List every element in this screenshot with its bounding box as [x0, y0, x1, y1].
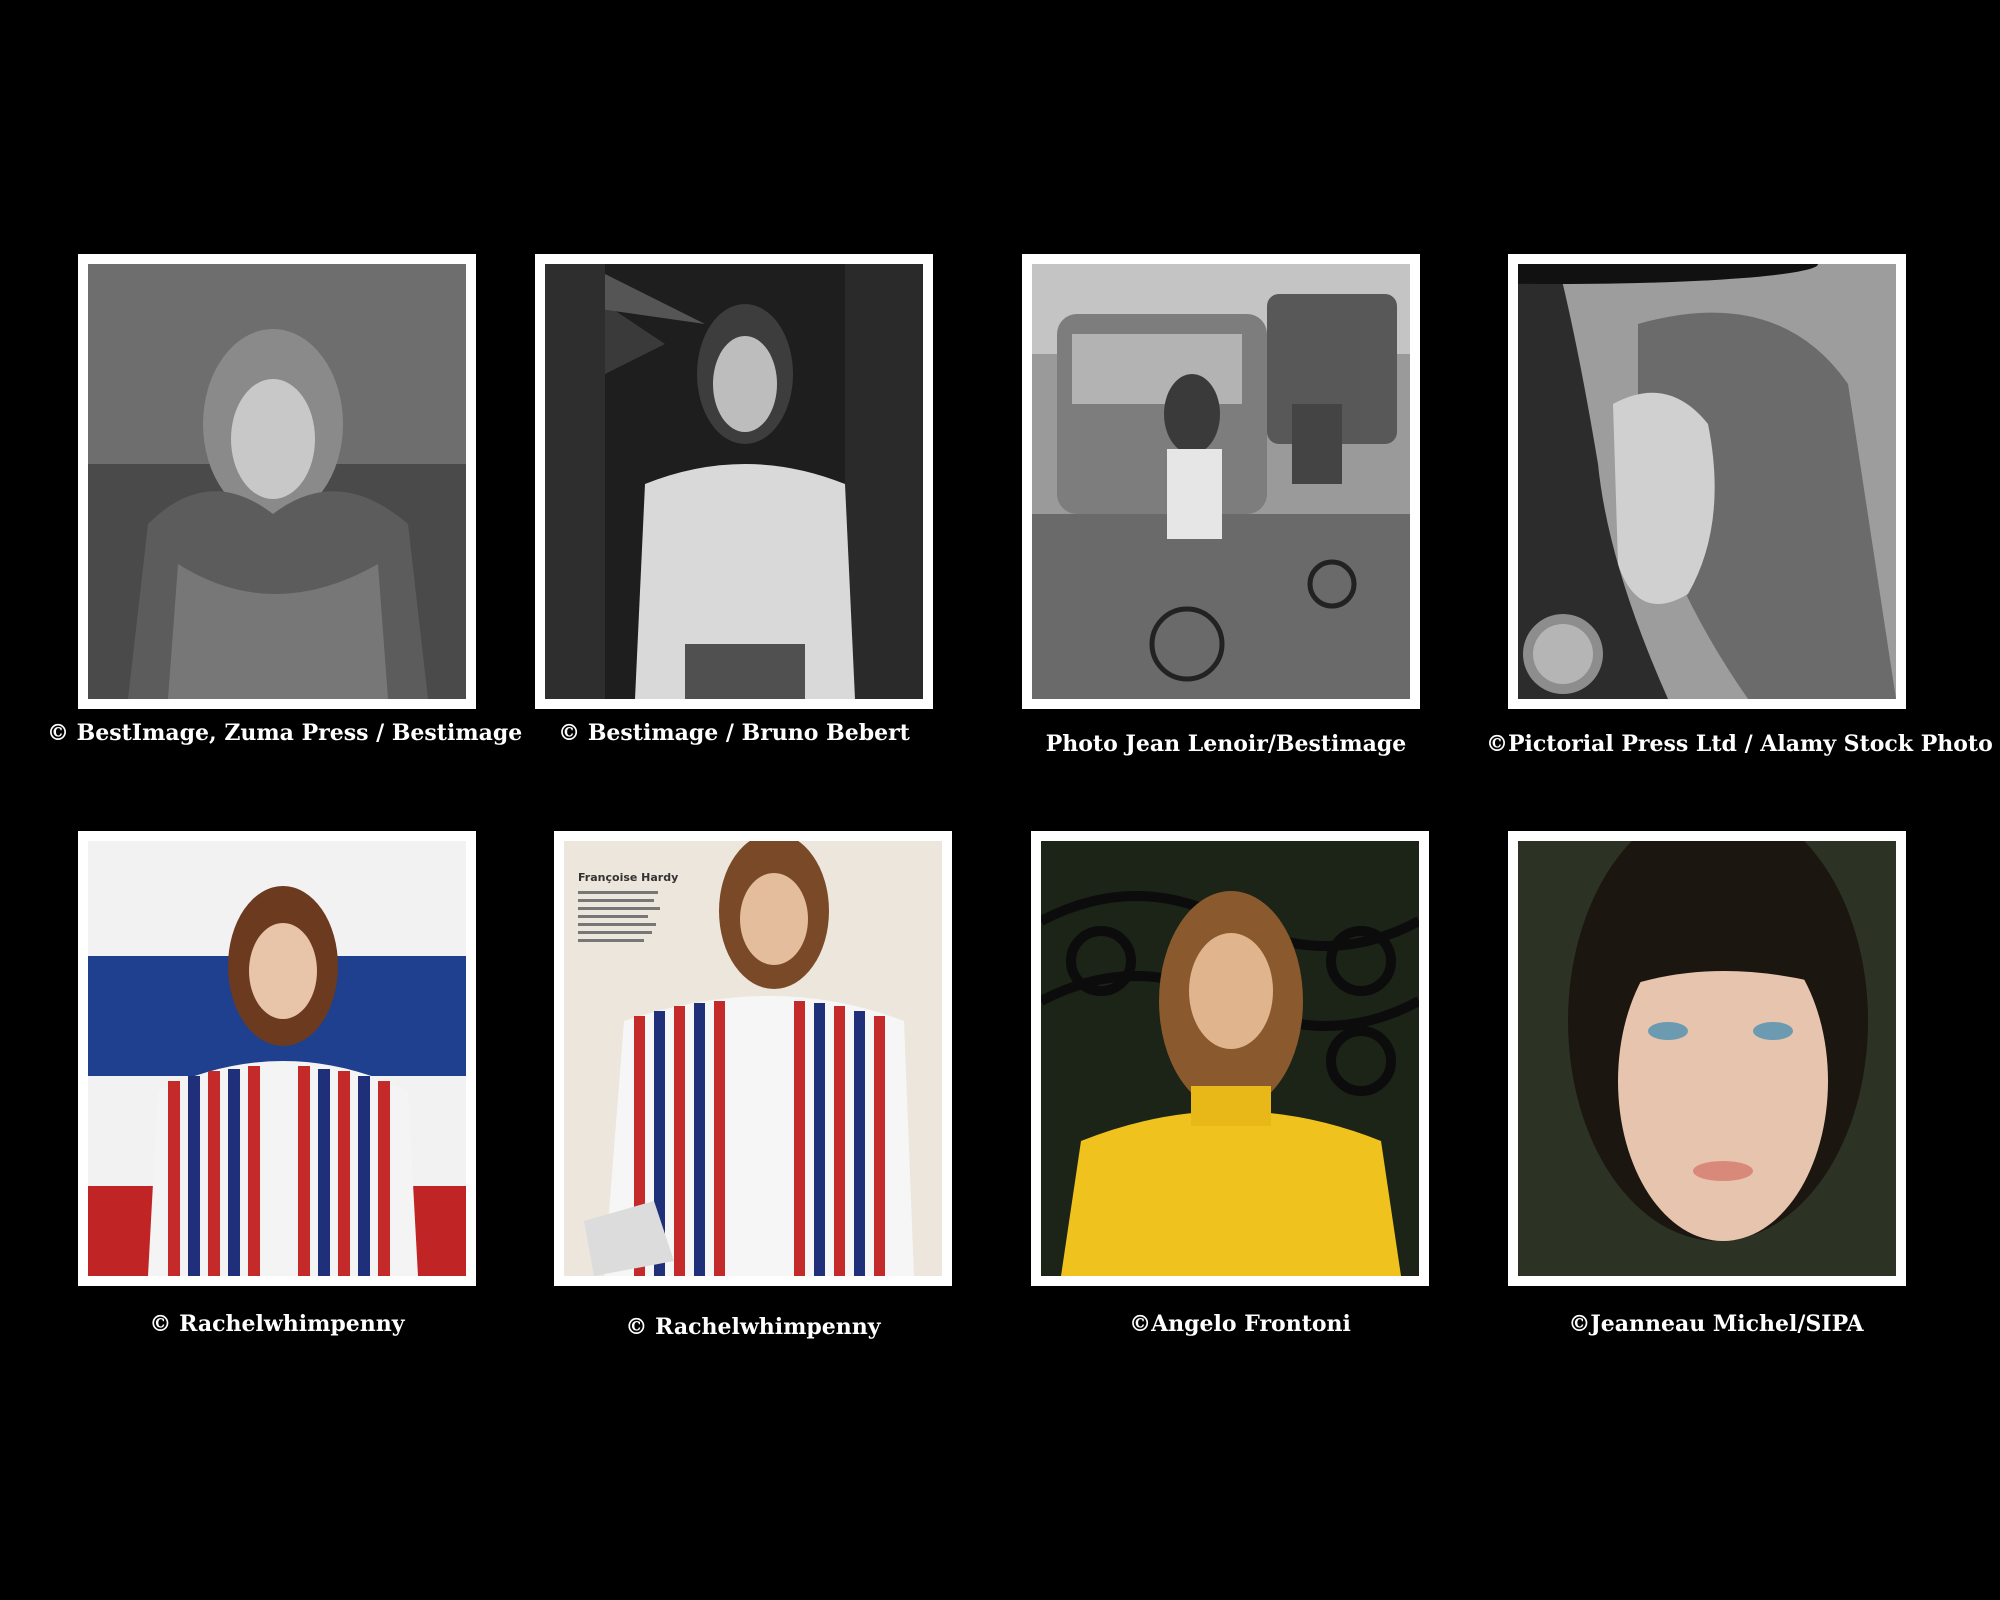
- photo-magazine-page: Françoise Hardy: [564, 841, 942, 1276]
- photo-microphone-profile: [1518, 264, 1896, 699]
- photo-closeup-blue-eyes: [1518, 841, 1896, 1276]
- caption-8: ©Jeanneau Michel/SIPA: [1568, 1311, 1864, 1337]
- photo-card-5: [78, 831, 476, 1286]
- photo-card-4: [1508, 254, 1906, 709]
- caption-4: ©Pictorial Press Ltd / Alamy Stock Photo: [1486, 731, 1993, 757]
- caption-1: © BestImage, Zuma Press / Bestimage: [47, 720, 523, 746]
- photo-card-2: [535, 254, 933, 709]
- photo-striped-suit-flag: [88, 841, 466, 1276]
- photo-palm-tree-portrait: [545, 264, 923, 699]
- photo-card-1: [78, 254, 476, 709]
- photo-card-8: [1508, 831, 1906, 1286]
- photo-card-6: Françoise Hardy: [554, 831, 952, 1286]
- photo-fur-coat-portrait: [88, 264, 466, 699]
- photo-yellow-sweater: [1041, 841, 1419, 1276]
- photo-card-3: [1022, 254, 1420, 709]
- caption-6: © Rachelwhimpenny: [625, 1314, 881, 1340]
- caption-5: © Rachelwhimpenny: [149, 1311, 405, 1337]
- photo-card-7: [1031, 831, 1429, 1286]
- caption-3: Photo Jean Lenoir/Bestimage: [1045, 731, 1407, 757]
- caption-2: © Bestimage / Bruno Bebert: [558, 720, 910, 746]
- magazine-heading: Françoise Hardy: [578, 871, 678, 884]
- photo-street-bicycle: [1032, 264, 1410, 699]
- caption-7: ©Angelo Frontoni: [1129, 1311, 1351, 1337]
